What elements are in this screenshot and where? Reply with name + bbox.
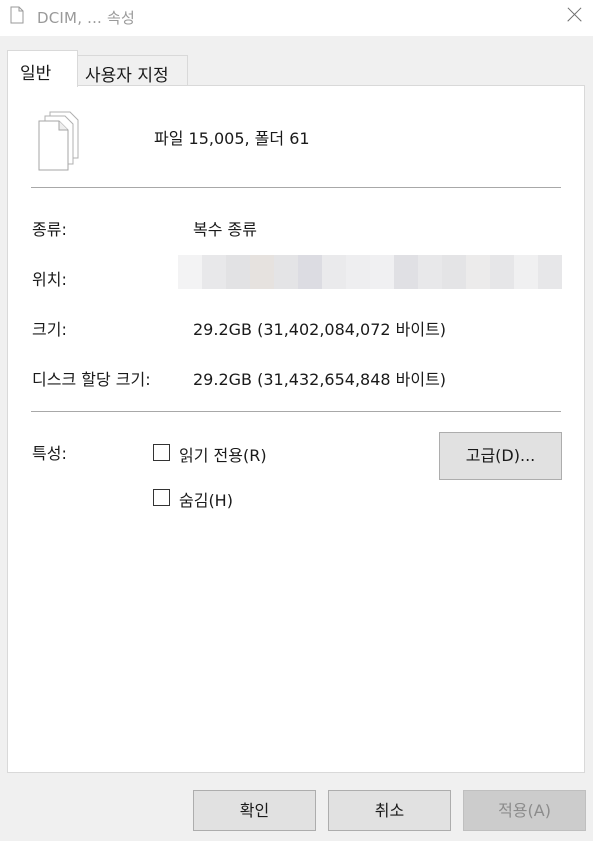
disk-size-value: 29.2GB (31,432,654,848 바이트) <box>193 370 447 389</box>
tab-general[interactable]: 일반 <box>7 50 78 87</box>
apply-button[interactable]: 적용(A) <box>463 790 586 831</box>
size-label: 크기: <box>32 320 67 339</box>
close-button[interactable] <box>556 0 593 32</box>
document-icon <box>10 6 24 24</box>
hidden-label: 숨김(H) <box>179 491 233 510</box>
separator <box>31 411 561 412</box>
size-value: 29.2GB (31,402,084,072 바이트) <box>193 320 447 339</box>
checkbox-box[interactable] <box>153 444 170 461</box>
ok-button[interactable]: 확인 <box>193 790 316 831</box>
tab-customize[interactable]: 사용자 지정 <box>78 55 188 86</box>
type-label: 종류: <box>32 220 67 239</box>
general-panel <box>7 85 585 773</box>
window-title: DCIM, ... 속성 <box>37 9 135 27</box>
attributes-label: 특성: <box>32 444 67 463</box>
location-value-redacted <box>178 255 562 289</box>
disk-size-label: 디스크 할당 크기: <box>32 370 151 389</box>
title-bar: DCIM, ... 속성 <box>0 0 593 36</box>
tab-general-label: 일반 <box>20 64 52 84</box>
tab-customize-label: 사용자 지정 <box>85 66 169 86</box>
type-value: 복수 종류 <box>193 220 257 239</box>
location-label: 위치: <box>32 270 67 289</box>
cancel-button[interactable]: 취소 <box>328 790 451 831</box>
advanced-button[interactable]: 고급(D)... <box>439 432 562 480</box>
separator <box>31 187 561 188</box>
checkbox-box[interactable] <box>153 489 170 506</box>
readonly-label: 읽기 전용(R) <box>179 446 267 465</box>
multiple-files-icon <box>38 111 79 171</box>
file-folder-count: 파일 15,005, 폴더 61 <box>154 129 310 148</box>
